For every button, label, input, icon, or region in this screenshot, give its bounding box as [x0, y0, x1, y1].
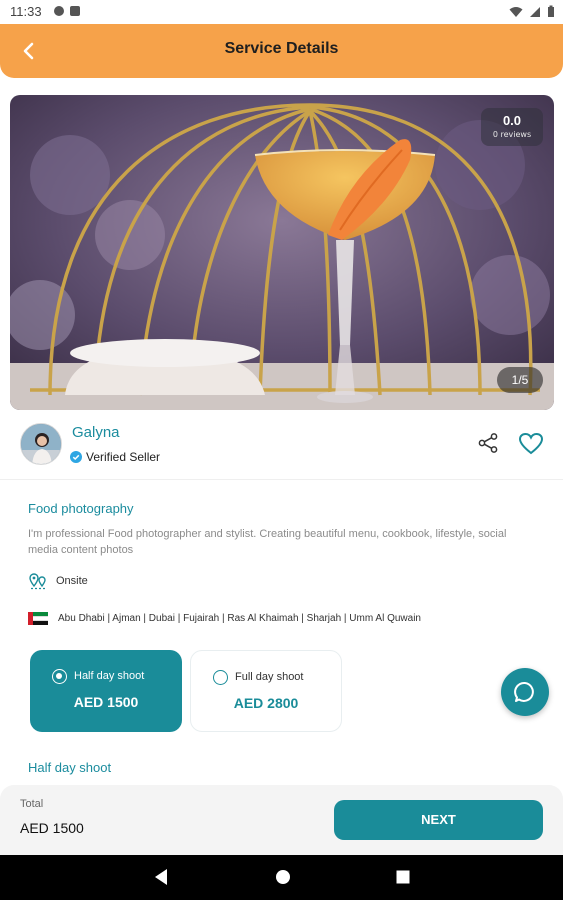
system-status-icons — [509, 5, 555, 18]
chat-fab-button[interactable] — [501, 668, 549, 716]
image-counter: 1/5 — [497, 367, 543, 393]
package-label: Full day shoot — [235, 671, 304, 683]
seller-name[interactable]: Galyna — [72, 424, 120, 441]
signal-icon — [530, 6, 540, 17]
seller-row: Galyna Verified Seller — [0, 420, 563, 480]
rating-value: 0.0 — [502, 113, 522, 128]
cities-list: Abu Dhabi | Ajman | Dubai | Fujairah | R… — [58, 613, 421, 624]
service-description: I'm professional Food photographer and s… — [28, 528, 507, 556]
verified-check-icon — [70, 451, 82, 463]
service-image-carousel[interactable] — [10, 95, 554, 410]
package-label: Half day shoot — [74, 670, 145, 682]
verified-label: Verified Seller — [86, 450, 161, 464]
chat-bubble-icon — [514, 681, 534, 702]
system-nav-bar — [0, 855, 563, 900]
nav-recents-icon[interactable] — [395, 868, 411, 886]
package-details-title: Half day shoot — [28, 760, 112, 775]
package-price: AED 2800 — [233, 695, 299, 711]
location-pin-icon — [29, 573, 46, 590]
total-value: AED 1500 — [20, 820, 84, 836]
nav-back-icon[interactable] — [153, 868, 169, 886]
app-header: Service Details — [0, 24, 563, 78]
uae-flag-icon — [28, 612, 48, 626]
package-price: AED 1500 — [73, 694, 139, 710]
status-time: 11:33 — [10, 4, 42, 19]
package-option-half-day[interactable]: Half day shoot AED 1500 — [30, 650, 182, 732]
screen: 11:33 Service Details 0.0 0 reviews 1/5 … — [0, 0, 563, 900]
radio-selected-icon[interactable] — [52, 669, 67, 684]
wifi-icon — [509, 6, 523, 17]
package-option-full-day[interactable]: Full day shoot AED 2800 — [190, 650, 342, 732]
checkout-bar: Total AED 1500 NEXT — [0, 785, 563, 855]
share-icon[interactable] — [477, 432, 499, 454]
review-count: 0 reviews — [492, 130, 532, 139]
service-photo — [10, 95, 554, 410]
app-notification-icon — [54, 6, 64, 16]
total-label: Total — [20, 798, 44, 810]
location-type: Onsite — [28, 572, 88, 590]
location-type-label: Onsite — [56, 575, 88, 587]
nav-home-icon[interactable] — [274, 868, 292, 886]
battery-icon — [548, 5, 554, 17]
favorite-heart-icon[interactable] — [518, 432, 544, 456]
verified-badge: Verified Seller — [70, 450, 160, 464]
page-title: Service Details — [224, 40, 339, 57]
rating-badge: 0.0 0 reviews — [481, 108, 543, 146]
next-button[interactable]: NEXT — [334, 800, 543, 840]
service-title: Food photography — [28, 501, 134, 516]
seller-avatar[interactable] — [20, 423, 62, 465]
notification-icons — [54, 6, 80, 16]
status-bar: 11:33 — [0, 0, 563, 24]
radio-unselected-icon[interactable] — [213, 670, 228, 685]
service-cities: Abu Dhabi | Ajman | Dubai | Fujairah | R… — [28, 612, 421, 626]
storage-notification-icon — [70, 6, 80, 16]
avatar-image — [21, 424, 61, 464]
